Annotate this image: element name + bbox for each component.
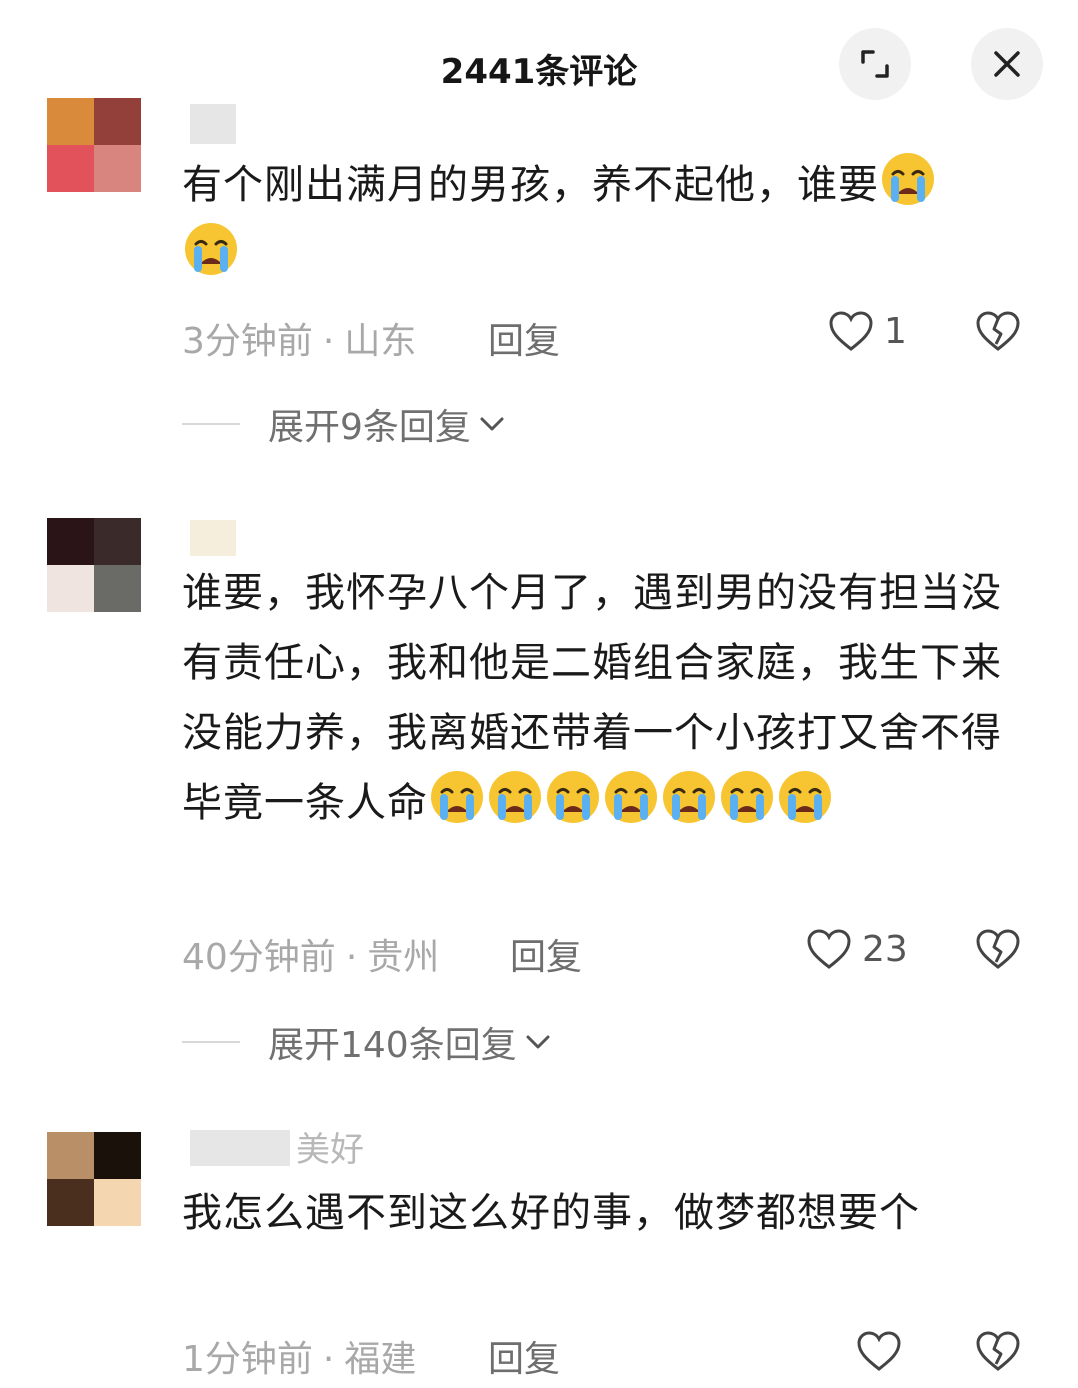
- reply-button[interactable]: 回复: [510, 928, 582, 980]
- like-button[interactable]: [856, 1330, 912, 1372]
- dislike-button[interactable]: [975, 928, 1021, 974]
- loudly-crying-face-icon: [486, 768, 544, 826]
- expand-replies-button[interactable]: 展开9条回复: [182, 398, 509, 450]
- avatar[interactable]: [47, 98, 141, 192]
- like-button[interactable]: 23: [806, 928, 908, 970]
- chevron-down-icon: [480, 417, 504, 431]
- loudly-crying-face-icon: [879, 150, 937, 208]
- comment-time: 1分钟前: [182, 1339, 313, 1380]
- username-redacted: [190, 104, 236, 144]
- like-count: 23: [862, 928, 908, 970]
- like-count: 1: [884, 310, 907, 352]
- avatar[interactable]: [47, 518, 141, 612]
- avatar[interactable]: [47, 1132, 141, 1226]
- loudly-crying-face-icon: [660, 768, 718, 826]
- divider-line: [182, 1041, 240, 1043]
- expand-replies-label: 展开9条回复: [268, 407, 471, 448]
- comment-location: 贵州: [367, 937, 440, 978]
- loudly-crying-face-icon: [776, 768, 834, 826]
- loudly-crying-face-icon: [602, 768, 660, 826]
- comment-meta: 1分钟前 · 福建: [182, 1339, 417, 1380]
- dislike-button[interactable]: [975, 1330, 1021, 1376]
- loudly-crying-face-icon: [718, 768, 776, 826]
- close-icon: [994, 51, 1020, 77]
- reply-button[interactable]: 回复: [488, 312, 560, 364]
- reply-button[interactable]: 回复: [488, 1330, 560, 1382]
- expand-button[interactable]: [839, 28, 911, 100]
- expand-replies-label: 展开140条回复: [268, 1025, 517, 1066]
- username[interactable]: 美好: [296, 1122, 364, 1171]
- heart-outline-icon: [857, 1331, 901, 1371]
- heart-outline-icon: [829, 311, 873, 351]
- heart-outline-icon: [807, 929, 851, 969]
- dislike-button[interactable]: [975, 310, 1021, 356]
- chevron-down-icon: [526, 1035, 550, 1049]
- like-button[interactable]: 1: [828, 310, 907, 352]
- loudly-crying-face-icon: [428, 768, 486, 826]
- comment-text: 有个刚出满月的男孩，养不起他，谁要: [182, 150, 1022, 290]
- broken-heart-icon: [976, 311, 1020, 351]
- comment-meta: 40分钟前 · 贵州: [182, 937, 440, 978]
- broken-heart-icon: [976, 929, 1020, 969]
- comment-text: 我怎么遇不到这么好的事，做梦都想要个: [182, 1178, 1022, 1248]
- expand-screen-icon: [861, 50, 889, 78]
- comments-header: 2441条评论: [0, 0, 1078, 110]
- comment-text: 谁要，我怀孕八个月了，遇到男的没有担当没有责任心，我和他是二婚组合家庭，我生下来…: [182, 558, 1022, 838]
- comment-body: 我怎么遇不到这么好的事，做梦都想要个: [182, 1190, 920, 1236]
- divider-line: [182, 423, 240, 425]
- comment-time: 40分钟前: [182, 937, 336, 978]
- close-button[interactable]: [971, 28, 1043, 100]
- username-redacted: [190, 1130, 290, 1166]
- comment-body: 有个刚出满月的男孩，养不起他，谁要: [182, 162, 879, 208]
- username-redacted: [190, 520, 236, 556]
- comment-count-title: 2441条评论: [440, 52, 638, 92]
- comment-location: 福建: [344, 1339, 417, 1380]
- comment-location: 山东: [344, 321, 417, 362]
- loudly-crying-face-icon: [544, 768, 602, 826]
- loudly-crying-face-icon: [182, 220, 240, 278]
- expand-replies-button[interactable]: 展开140条回复: [182, 1016, 555, 1068]
- comment-time: 3分钟前: [182, 321, 313, 362]
- comment-meta: 3分钟前 · 山东: [182, 321, 417, 362]
- broken-heart-icon: [976, 1331, 1020, 1371]
